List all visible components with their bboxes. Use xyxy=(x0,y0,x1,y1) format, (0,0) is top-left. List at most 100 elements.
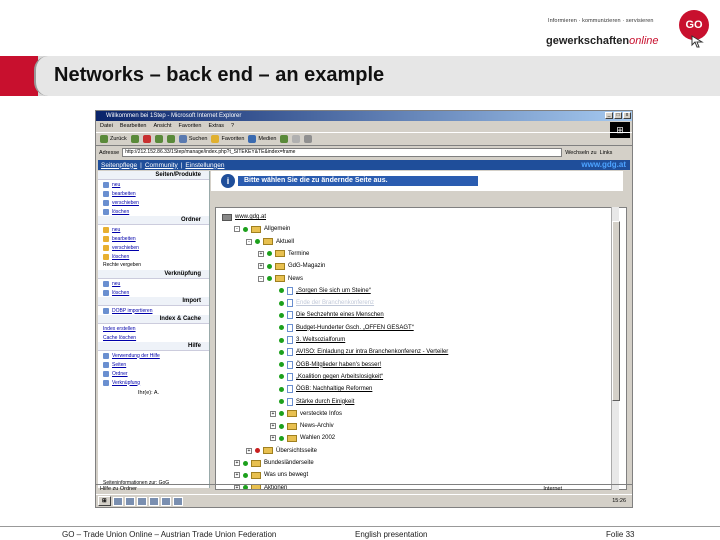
print-button[interactable] xyxy=(304,135,313,143)
home-button[interactable] xyxy=(166,135,175,143)
back-button[interactable]: Zurück xyxy=(100,135,127,143)
panel-link[interactable]: neu xyxy=(98,180,209,189)
panel-link[interactable]: löschen xyxy=(98,288,209,297)
tree-label[interactable]: Wahlen 2002 xyxy=(300,435,335,441)
collapse-icon[interactable]: - xyxy=(246,238,252,245)
links-button[interactable]: Links xyxy=(600,150,613,156)
tree-row[interactable]: Stärke durch Einigkeit xyxy=(270,397,354,407)
tree-row[interactable]: + versteckte Infos xyxy=(270,409,342,419)
taskbar-app[interactable] xyxy=(160,496,171,506)
tree-row[interactable]: „Koalition gegen Arbeitslosigkeit“ xyxy=(270,372,383,382)
tree-row[interactable]: + Übersichtsseite xyxy=(246,446,317,456)
expand-icon[interactable]: + xyxy=(234,460,240,466)
tree-row[interactable]: + Termine xyxy=(258,249,309,259)
history-button[interactable] xyxy=(280,135,289,143)
expand-icon[interactable]: + xyxy=(270,423,276,430)
tree-row[interactable]: + News-Archiv xyxy=(270,421,334,431)
taskbar-app[interactable] xyxy=(136,496,147,506)
panel-link[interactable]: löschen xyxy=(98,252,209,261)
menu-item[interactable]: Datei xyxy=(100,122,113,131)
tree-row[interactable]: - Allgemein xyxy=(234,224,290,234)
tree-label[interactable]: News xyxy=(288,276,303,282)
taskbar-app[interactable] xyxy=(148,496,159,506)
tree-row[interactable]: Budget-Hunderter Gsch. „OFFEN GESAGT“ xyxy=(270,323,414,333)
mail-button[interactable] xyxy=(292,135,301,143)
tree-label[interactable]: ÖGB-Mitglieder haben's besser! xyxy=(296,362,381,368)
close-button[interactable]: x xyxy=(623,112,631,119)
minimize-button[interactable]: _ xyxy=(605,112,613,119)
tree-row[interactable]: www.gdg.at xyxy=(222,212,266,222)
menu-item[interactable]: ? xyxy=(231,122,234,131)
tree-label[interactable]: Die Sechzehnte eines Menschen xyxy=(296,312,384,318)
expand-icon[interactable]: + xyxy=(270,435,276,442)
favorites-button[interactable]: Favoriten xyxy=(211,135,244,143)
tree-label[interactable]: ÖGB: Nachhaltige Reformen xyxy=(296,386,372,392)
nav-einstellungen[interactable]: Einstellungen xyxy=(185,162,224,169)
tree-label[interactable]: www.gdg.at xyxy=(235,214,266,220)
tree-label[interactable]: Was uns bewegt xyxy=(264,472,308,478)
tree-label[interactable]: AVISO: Einladung zur intra Branchenkonfe… xyxy=(296,349,448,355)
tree-label[interactable]: Ende der Branchenkonferenz xyxy=(296,300,374,306)
tree-row[interactable]: - News xyxy=(258,274,303,284)
tree-row[interactable]: AVISO: Einladung zur intra Branchenkonfe… xyxy=(270,347,448,357)
media-button[interactable]: Medien xyxy=(248,135,276,143)
tree-label[interactable]: Bundesländerseite xyxy=(264,460,314,466)
tree-row[interactable]: - Aktuell xyxy=(246,237,294,247)
tree-row[interactable]: Die Sechzehnte eines Menschen xyxy=(270,310,384,320)
tree-label[interactable]: Übersichtsseite xyxy=(276,448,317,454)
tree-label[interactable]: News-Archiv xyxy=(300,423,334,429)
vertical-scrollbar[interactable] xyxy=(611,207,620,490)
address-input[interactable]: http://212.152.86.33/1Step/manage/index.… xyxy=(122,148,563,157)
taskbar-app[interactable] xyxy=(112,496,123,506)
menu-item[interactable]: Favoriten xyxy=(179,122,202,131)
tree-label[interactable]: 3. Weltsozialforum xyxy=(296,337,345,343)
expand-icon[interactable]: + xyxy=(234,472,240,479)
panel-link[interactable]: neu xyxy=(98,279,209,288)
maximize-button[interactable]: □ xyxy=(614,112,622,119)
panel-note[interactable]: Rechte vergeben xyxy=(98,261,209,270)
panel-link[interactable]: Seiten xyxy=(98,360,209,369)
tree-label[interactable]: Aktuell xyxy=(276,239,294,245)
expand-icon[interactable]: + xyxy=(246,447,252,454)
tree-row[interactable]: + GdG-Magazin xyxy=(258,261,325,271)
start-button[interactable]: ⊞ xyxy=(98,496,111,506)
expand-icon[interactable]: + xyxy=(270,410,276,417)
tree-label[interactable]: Termine xyxy=(288,251,309,257)
search-button[interactable]: Suchen xyxy=(178,135,207,143)
tree-row[interactable]: + Was uns bewegt xyxy=(234,470,308,480)
panel-link[interactable]: Index erstellen xyxy=(98,324,209,333)
panel-link[interactable]: bearbeiten xyxy=(98,234,209,243)
panel-link[interactable]: DOBP importieren xyxy=(98,306,209,315)
tree-label[interactable]: GdG-Magazin xyxy=(288,263,325,269)
tree-row[interactable]: „Sorgen Sie sich um Steine“ xyxy=(270,286,371,296)
tree-label[interactable]: „Koalition gegen Arbeitslosigkeit“ xyxy=(296,374,383,380)
tree-row[interactable]: + Wahlen 2002 xyxy=(270,433,335,443)
scroll-thumb[interactable] xyxy=(612,221,620,401)
forward-button[interactable] xyxy=(130,135,139,143)
panel-link[interactable]: neu xyxy=(98,225,209,234)
taskbar-app[interactable] xyxy=(124,496,135,506)
panel-link[interactable]: Ordner xyxy=(98,369,209,378)
panel-link[interactable]: verschieben xyxy=(98,243,209,252)
tree-row[interactable]: Ende der Branchenkonferenz xyxy=(270,298,374,308)
panel-link[interactable]: Verknüpfung xyxy=(98,378,209,387)
refresh-button[interactable] xyxy=(154,135,163,143)
tree-row[interactable]: + Bundesländerseite xyxy=(234,458,314,468)
panel-link[interactable]: löschen xyxy=(98,207,209,216)
collapse-icon[interactable]: - xyxy=(234,226,240,233)
tree-label[interactable]: „Sorgen Sie sich um Steine“ xyxy=(296,288,371,294)
tree-label[interactable]: Allgemein xyxy=(264,226,290,232)
tree-row[interactable]: 3. Weltsozialforum xyxy=(270,335,345,345)
panel-link[interactable]: bearbeiten xyxy=(98,189,209,198)
tree-label[interactable]: versteckte Infos xyxy=(300,411,342,417)
tree-label[interactable]: Stärke durch Einigkeit xyxy=(296,399,354,405)
menu-item[interactable]: Bearbeiten xyxy=(120,122,147,131)
expand-icon[interactable]: + xyxy=(258,250,264,257)
collapse-icon[interactable]: - xyxy=(258,275,264,282)
nav-seitenpflege[interactable]: Seitenpflege xyxy=(101,162,137,169)
tree-row[interactable]: ÖGB-Mitglieder haben's besser! xyxy=(270,360,381,370)
menu-item[interactable]: Ansicht xyxy=(153,122,171,131)
panel-link[interactable]: Verwendung der Hilfe xyxy=(98,351,209,360)
menu-item[interactable]: Extras xyxy=(208,122,224,131)
panel-link[interactable]: Cache löschen xyxy=(98,333,209,342)
